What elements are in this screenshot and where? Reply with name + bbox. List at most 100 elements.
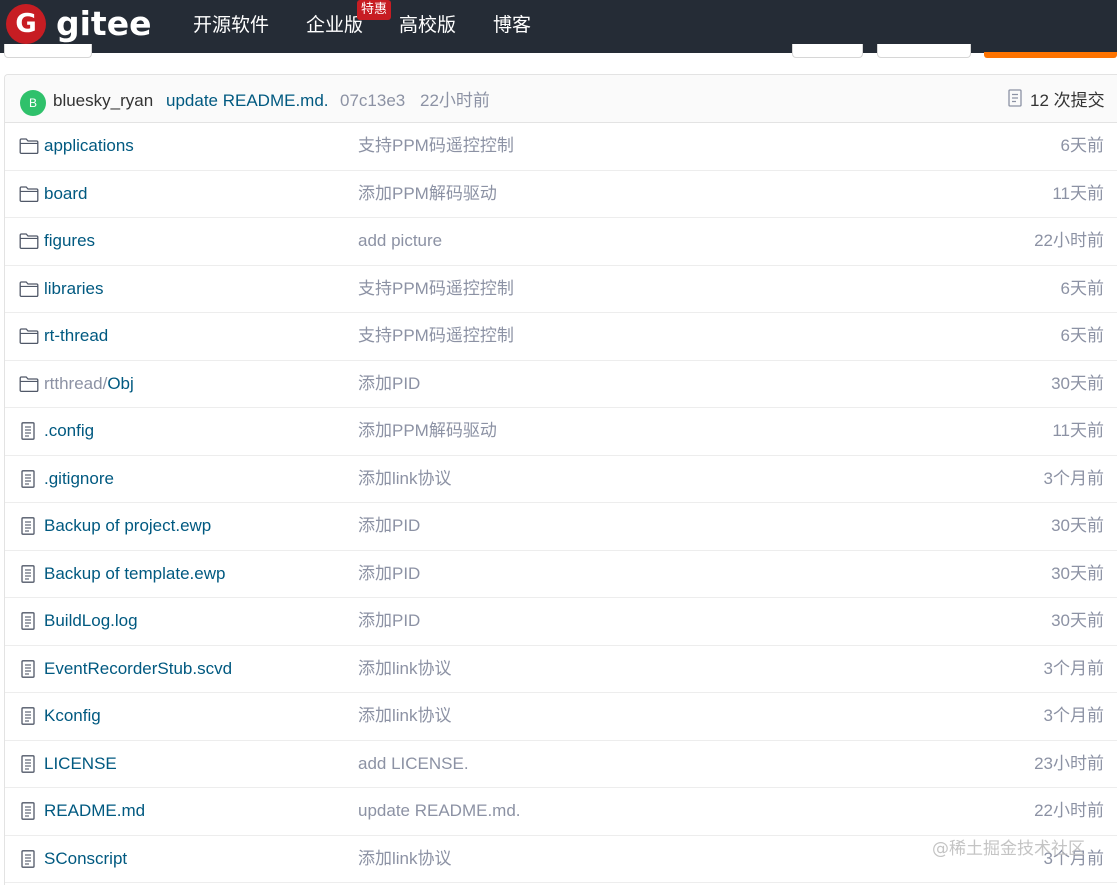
nav-education[interactable]: 高校版 [399, 13, 456, 37]
file-commit-message[interactable]: 支持PPM码遥控控制 [358, 278, 514, 300]
file-name: Kconfig [44, 706, 101, 725]
file-name-link[interactable]: .gitignore [44, 468, 114, 490]
file-name-link[interactable]: LICENSE [44, 753, 117, 775]
commit-hash[interactable]: 07c13e3 [340, 90, 405, 112]
folder-icon [19, 232, 39, 250]
gitee-logo[interactable]: G [6, 4, 46, 44]
file-name: board [44, 183, 88, 203]
file-name: .config [44, 421, 95, 440]
file-commit-time: 6天前 [1060, 136, 1104, 155]
file-row[interactable]: .gitignore 添加link协议 3个月前 [5, 456, 1117, 503]
nav-enterprise[interactable]: 企业版 [306, 13, 363, 37]
file-commit-message[interactable]: 添加PID [358, 610, 420, 632]
file-name-link[interactable]: .config [44, 420, 94, 442]
file-name-link[interactable]: applications [44, 135, 134, 157]
commit-history-icon[interactable] [1008, 89, 1022, 107]
file-name: BuildLog.log [44, 611, 138, 630]
file-commit-message[interactable]: add picture [358, 230, 442, 252]
file-commit-time: 3个月前 [1043, 706, 1104, 725]
file-name: figures [44, 231, 96, 250]
file-name-link[interactable]: rtthread/Obj [44, 373, 134, 395]
file-name: applications [44, 136, 134, 155]
file-name-link[interactable]: EventRecorderStub.scvd [44, 658, 232, 680]
file-tree-panel: B bluesky_ryan update README.md. 07c13e3… [4, 74, 1117, 885]
file-commit-message[interactable]: 添加link协议 [358, 848, 452, 870]
file-row[interactable]: README.md update README.md. 22小时前 [5, 788, 1117, 836]
file-name-link[interactable]: Backup of template.ewp [44, 563, 225, 585]
file-commit-time: 11天前 [1052, 421, 1104, 440]
file-commit-time: 22小时前 [1034, 801, 1104, 820]
file-commit-message[interactable]: 支持PPM码遥控控制 [358, 325, 514, 347]
folder-icon [19, 280, 39, 298]
file-name-link[interactable]: rt-thread [44, 325, 108, 347]
folder-icon [19, 327, 39, 345]
hidden-button-left[interactable] [4, 44, 92, 58]
file-commit-message[interactable]: 支持PPM码遥控控制 [358, 135, 514, 157]
promo-badge: 特惠 [357, 0, 392, 20]
file-commit-message[interactable]: 添加PPM解码驱动 [358, 183, 497, 205]
file-commit-time: 30天前 [1051, 611, 1104, 630]
file-commit-message[interactable]: 添加link协议 [358, 468, 452, 490]
file-name-link[interactable]: board [44, 183, 87, 205]
file-name: LICENSE [44, 753, 117, 773]
file-name-link[interactable]: figures [44, 230, 95, 252]
file-name-link[interactable]: libraries [44, 278, 104, 300]
nav-blog[interactable]: 博客 [493, 13, 531, 37]
file-name: EventRecorderStub.scvd [44, 658, 233, 678]
file-row[interactable]: LICENSE add LICENSE. 23小时前 [5, 741, 1117, 788]
file-commit-message[interactable]: 添加PID [358, 373, 420, 395]
file-row[interactable]: rt-thread 支持PPM码遥控控制 6天前 [5, 313, 1117, 361]
file-icon [19, 754, 39, 773]
file-row[interactable]: rtthread/Obj 添加PID 30天前 [5, 361, 1117, 408]
path-prefix: rtthread/ [44, 373, 108, 393]
file-name-link[interactable]: Kconfig [44, 705, 101, 727]
commit-message[interactable]: update README.md. [166, 90, 329, 112]
file-icon [19, 422, 39, 440]
file-row[interactable]: applications 支持PPM码遥控控制 6天前 [5, 123, 1117, 171]
file-commit-message[interactable]: update README.md. [358, 800, 521, 822]
file-name-link[interactable]: README.md [44, 800, 145, 822]
file-commit-message[interactable]: 添加PPM解码驱动 [358, 420, 497, 442]
folder-icon [19, 185, 39, 203]
file-commit-time: 6天前 [1060, 326, 1104, 345]
file-icon [19, 469, 39, 488]
avatar[interactable]: B [20, 90, 46, 116]
file-name-link[interactable]: Backup of project.ewp [44, 515, 211, 537]
brand-name[interactable]: gitee [56, 4, 151, 44]
file-commit-message[interactable]: 添加PID [358, 563, 420, 585]
file-icon [19, 517, 39, 535]
latest-commit-bar: B bluesky_ryan update README.md. 07c13e3… [5, 75, 1117, 123]
file-icon [19, 659, 39, 678]
nav-open-source[interactable]: 开源软件 [193, 13, 269, 37]
file-name: Backup of template.ewp [44, 563, 226, 583]
file-icon [19, 802, 39, 820]
commit-author[interactable]: bluesky_ryan [53, 90, 153, 112]
file-row[interactable]: Backup of template.ewp 添加PID 30天前 [5, 551, 1117, 598]
file-commit-time: 3个月前 [1043, 658, 1104, 678]
file-row[interactable]: libraries 支持PPM码遥控控制 6天前 [5, 266, 1117, 313]
file-row[interactable]: EventRecorderStub.scvd 添加link协议 3个月前 [5, 646, 1117, 693]
file-commit-message[interactable]: 添加link协议 [358, 705, 452, 727]
folder-icon [19, 375, 39, 393]
hidden-button-mid[interactable] [792, 44, 863, 58]
file-commit-message[interactable]: 添加link协议 [358, 658, 452, 680]
file-row[interactable]: BuildLog.log 添加PID 30天前 [5, 598, 1117, 646]
hidden-button-right[interactable] [877, 44, 971, 58]
commit-count[interactable]: 12 次提交 [1030, 90, 1105, 112]
file-icon [19, 564, 39, 583]
file-icon [19, 849, 39, 868]
file-row[interactable]: board 添加PPM解码驱动 11天前 [5, 171, 1117, 218]
file-row[interactable]: .config 添加PPM解码驱动 11天前 [5, 408, 1117, 456]
file-name-link[interactable]: BuildLog.log [44, 610, 138, 632]
file-name: .gitignore [44, 468, 114, 488]
file-name: libraries [44, 278, 104, 298]
file-row[interactable]: Kconfig 添加link协议 3个月前 [5, 693, 1117, 741]
file-name-link[interactable]: SConscript [44, 848, 127, 870]
file-commit-message[interactable]: add LICENSE. [358, 753, 469, 775]
clone-download-button[interactable] [984, 52, 1117, 58]
file-name: README.md [44, 801, 146, 820]
file-row[interactable]: Backup of project.ewp 添加PID 30天前 [5, 503, 1117, 551]
file-row[interactable]: figures add picture 22小时前 [5, 218, 1117, 266]
file-commit-message[interactable]: 添加PID [358, 515, 420, 537]
file-commit-time: 30天前 [1051, 373, 1104, 393]
